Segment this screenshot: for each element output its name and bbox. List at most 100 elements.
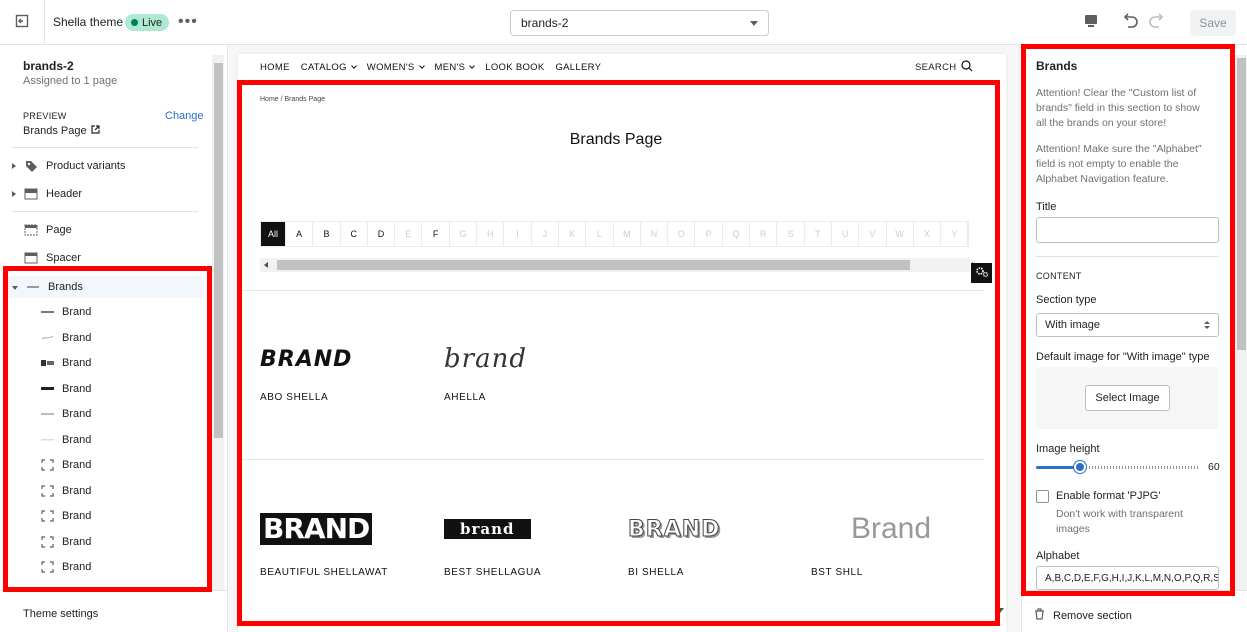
alphabet-letter: U (832, 222, 860, 246)
nav-catalog[interactable]: CATALOG (301, 62, 357, 73)
scrollbar-thumb[interactable] (214, 63, 223, 438)
brand-block-item[interactable]: Brand (40, 430, 91, 450)
select-image-button[interactable]: Select Image (1085, 385, 1170, 411)
brand-block-item[interactable]: Brand (40, 404, 91, 424)
tree-item-product-variants[interactable]: Product variants (12, 155, 204, 177)
preview-label: PREVIEW (23, 111, 67, 121)
brand-block-item[interactable]: Brand (40, 506, 91, 526)
brand-block-item[interactable]: Brand (40, 379, 91, 399)
more-actions-button[interactable]: ••• (178, 12, 198, 32)
divider (12, 211, 198, 212)
alphabet-input[interactable]: A,B,C,D,E,F,G,H,I,J,K,L,M,N,O,P,Q,R,S, (1036, 566, 1219, 590)
alphabet-letter: M (614, 222, 641, 246)
tree-item-label: Spacer (46, 252, 81, 264)
tree-item-spacer[interactable]: Spacer (12, 247, 204, 269)
image-placeholder-icon (40, 459, 54, 471)
nav-label: LOOK BOOK (485, 61, 545, 73)
nav-mens[interactable]: MEN'S (435, 62, 476, 73)
divider (1022, 590, 1247, 591)
brand-block-label: Brand (62, 510, 92, 522)
attention-note: Attention! Clear the "Custom list of bra… (1036, 87, 1200, 129)
live-dot-icon (131, 19, 138, 26)
store-search[interactable]: SEARCH (915, 60, 973, 75)
scrollbar-thumb[interactable] (1237, 58, 1246, 350)
theme-settings-link[interactable]: Theme settings (23, 608, 98, 620)
brand-card[interactable]: brand BEST SHELLAGUA (444, 504, 614, 578)
alphabet-navigation: All A B C D E F G H I J K L M N O P Q R … (260, 221, 970, 247)
undo-button[interactable] (1120, 12, 1140, 32)
tree-item-page[interactable]: Page (12, 219, 204, 241)
title-input[interactable] (1036, 217, 1219, 243)
brand-block-item[interactable]: Brand (40, 302, 91, 322)
alphabet-letter[interactable]: A (286, 222, 314, 246)
divider (12, 147, 198, 148)
brand-block-item[interactable]: Brand (40, 481, 91, 501)
nav-womens[interactable]: WOMEN'S (367, 62, 425, 73)
scroll-left-icon[interactable] (264, 262, 268, 268)
brand-block-item[interactable]: Brand (40, 328, 91, 348)
brand-card[interactable]: Brand BST SHLL (811, 504, 981, 578)
exit-icon (15, 14, 29, 31)
brand-block-item[interactable]: Brand (40, 455, 91, 475)
brand-logo: brand (444, 504, 614, 554)
save-button[interactable]: Save (1190, 10, 1236, 36)
brand-logo-text: Brand (851, 512, 932, 545)
tree-item-brands[interactable]: Brands (8, 276, 204, 298)
nav-look-book[interactable]: LOOK BOOK (485, 62, 544, 73)
alphabet-letter: I (504, 222, 532, 246)
brand-card[interactable]: BRAND BEAUTIFUL SHELLAWAT (260, 504, 430, 578)
chevron-down-icon (418, 62, 425, 69)
alphabet-letter[interactable]: All (261, 222, 286, 246)
brand-logo-text: BRAND (260, 513, 373, 545)
alphabet-letter: J (532, 222, 559, 246)
section-settings-panel: Brands Attention! Clear the "Custom list… (1021, 45, 1247, 632)
sidebar-scrollbar[interactable] (212, 55, 224, 590)
brand-bold-logo-icon (40, 360, 54, 366)
brand-block-label: Brand (62, 536, 92, 548)
alphabet-letter[interactable]: B (313, 222, 341, 246)
chevron-right-icon (12, 163, 16, 169)
brand-card[interactable]: brand AHELLA (444, 334, 614, 403)
nav-home[interactable]: HOME (260, 62, 290, 73)
alphabet-letter[interactable]: F (422, 222, 450, 246)
preview-page[interactable]: Brands Page (23, 125, 100, 137)
live-badge: Live (125, 14, 170, 31)
alphabet-letter: T (805, 222, 832, 246)
image-placeholder-icon (40, 536, 54, 548)
nav-gallery[interactable]: GALLERY (555, 62, 601, 73)
gears-icon (975, 266, 989, 281)
scroll-down-icon[interactable] (996, 608, 1004, 613)
brand-outline-logo-icon (40, 412, 54, 416)
redo-button[interactable] (1147, 12, 1167, 32)
brand-card[interactable]: BRAND BI SHELLA (627, 504, 798, 578)
section-type-select[interactable]: With image (1036, 313, 1219, 337)
image-height-slider[interactable] (1036, 461, 1198, 473)
slider-thumb[interactable] (1074, 461, 1086, 473)
brand-block-item[interactable]: Brand (40, 557, 91, 577)
brand-block-label: Brand (62, 332, 92, 344)
template-select[interactable]: brands-2 (510, 10, 769, 36)
chevron-down-icon (750, 20, 758, 26)
alphabet-scrollbar[interactable] (260, 258, 976, 272)
brand-block-item[interactable]: Brand (40, 353, 91, 373)
template-name: brands-2 (23, 59, 74, 73)
undo-icon (1121, 12, 1139, 32)
alphabet-letter[interactable]: C (341, 222, 368, 246)
change-preview-link[interactable]: Change (165, 110, 204, 122)
remove-section-button[interactable]: Remove section (1034, 608, 1132, 623)
scrollbar-thumb[interactable] (277, 260, 910, 270)
alphabet-letter: X (914, 222, 942, 246)
pjpg-checkbox[interactable] (1036, 490, 1049, 503)
exit-button[interactable] (0, 0, 45, 45)
store-preview: HOME CATALOG WOMEN'S MEN'S LOOK BOOK GAL… (229, 45, 1020, 632)
tree-item-header[interactable]: Header (12, 183, 204, 205)
alphabet-letter: N (641, 222, 669, 246)
preview-mode-button[interactable] (1081, 12, 1101, 32)
brand-card[interactable]: BRAND ABO SHELLA (260, 334, 430, 404)
settings-gears-button[interactable] (971, 263, 992, 283)
alphabet-letter[interactable]: D (368, 222, 396, 246)
settings-scrollbar[interactable] (1235, 55, 1247, 590)
brand-block-item[interactable]: Brand (40, 532, 91, 552)
brand-block-label: Brand (62, 561, 92, 573)
trash-icon (1034, 608, 1045, 623)
